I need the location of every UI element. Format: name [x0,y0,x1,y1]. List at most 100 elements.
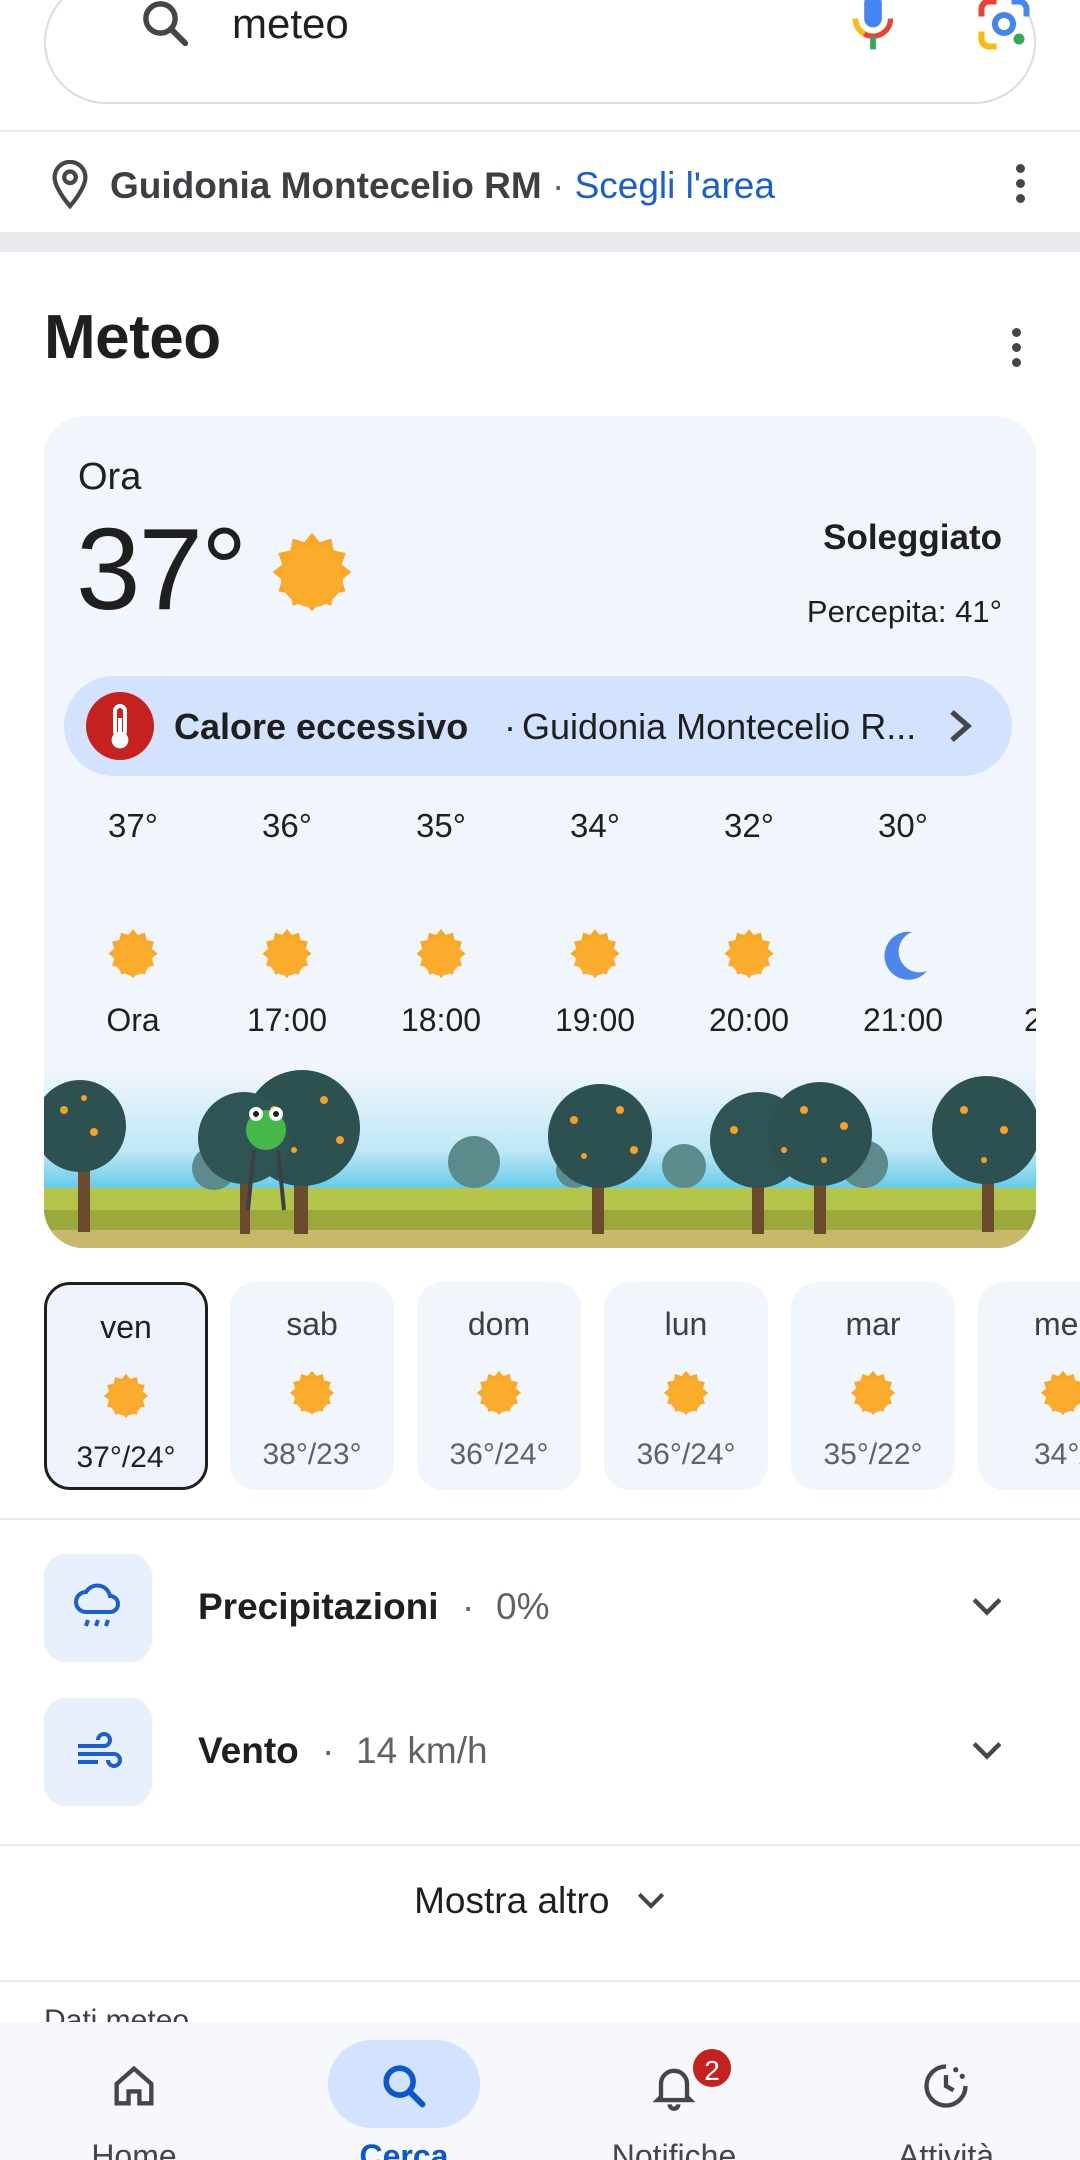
precipitation-label: Precipitazioni [198,1586,439,1627]
chevron-down-icon [972,1742,1002,1760]
location-separator: · [551,165,565,206]
nav-home-label: Home [91,2138,177,2160]
sun-icon [724,929,774,979]
day-card[interactable]: sab 38°/23° [230,1282,394,1490]
day-name: me [1034,1306,1079,1342]
rain-cloud-icon [44,1554,152,1662]
day-temps: 37°/24° [76,1441,176,1474]
sun-icon [272,532,352,612]
chevron-down-icon [972,1598,1002,1616]
search-header: meteo [0,0,1080,130]
sun-icon [289,1370,335,1415]
day-card[interactable]: mar 35°/22° [791,1282,955,1490]
day-temps: 36°/24° [449,1438,549,1471]
hourly-item[interactable]: 37° Ora [58,806,208,1040]
hourly-temp: 32° [724,807,774,844]
hourly-time: 2 [1024,1002,1036,1038]
hourly-item[interactable]: 30° 21:00 [828,806,978,1040]
mic-icon[interactable] [846,0,900,56]
current-temperature: 37° [76,504,247,634]
hourly-time: 21:00 [862,1002,944,1038]
sun-icon [416,929,466,979]
day-temps: 35°/22° [823,1438,923,1471]
search-icon [383,2065,426,2108]
activity-icon [924,2064,968,2108]
alert-separator: · [504,706,516,747]
wind-value: 14 km/h [356,1730,488,1771]
nav-activity[interactable]: Attività [816,2022,1076,2160]
weather-more-icon[interactable] [1010,328,1022,370]
day-name: ven [100,1309,152,1345]
hourly-time: 17:00 [246,1002,328,1038]
precipitation-dot: · [462,1586,475,1627]
search-input[interactable]: meteo [232,0,349,50]
sun-icon [103,1373,149,1418]
hourly-item[interactable]: 2 [982,806,1036,1040]
hourly-temp: 30° [878,807,928,844]
show-more-label: Mostra altro [414,1880,610,1921]
day-card[interactable]: dom 36°/24° [417,1282,581,1490]
day-card[interactable]: lun 36°/24° [604,1282,768,1490]
sun-icon [476,1370,522,1415]
thermometer-icon [86,692,154,760]
location-more-icon[interactable] [1014,164,1026,206]
hourly-item[interactable]: 34° 19:00 [520,806,670,1040]
now-label: Ora [78,456,142,498]
heat-alert-chip[interactable]: Calore eccessivo · Guidonia Montecelio R… [64,676,1012,776]
day-name: mar [845,1306,901,1342]
location-pin-icon [52,160,88,210]
choose-area-link[interactable]: Scegli l'area [575,165,775,206]
nav-search[interactable]: Cerca [274,2022,534,2160]
location-name: Guidonia Montecelio RM [110,165,542,206]
alert-title: Calore eccessivo [174,706,469,747]
search-bar[interactable]: meteo [44,0,1036,104]
wind-row[interactable]: Vento · 14 km/h [0,1690,1080,1810]
location-text: Guidonia Montecelio RM · Scegli l'area [110,164,775,208]
nav-notifications[interactable]: 2 Notifiche [544,2022,804,2160]
hourly-time: 20:00 [708,1002,790,1038]
hourly-item[interactable]: 35° 18:00 [366,806,516,1040]
day-temps: 36°/24° [636,1438,736,1471]
precipitation-row[interactable]: Precipitazioni · 0% [0,1546,1080,1666]
day-card-selected[interactable]: ven 37°/24° [44,1282,208,1490]
day-name: sab [286,1306,338,1342]
weather-card: Ora 37° Soleggiato Percepita: 41° Calore… [44,416,1036,1248]
page-title: Meteo [44,303,221,372]
hourly-item[interactable]: 36° 17:00 [212,806,362,1040]
bottom-navigation: Home Cerca 2 Notifiche Attività [0,2022,1080,2160]
nav-notifications-label: Notifiche [611,2138,737,2160]
sun-icon [663,1370,709,1415]
section-separator [0,232,1080,252]
hourly-temp: 34° [570,807,620,844]
moon-icon [1027,926,1036,986]
divider [0,1980,1080,1982]
nav-activity-label: Attività [897,2138,995,2160]
feels-like-text: Percepita: 41° [806,594,1002,629]
hourly-temp: 37° [108,807,158,844]
google-lens-icon[interactable] [974,0,1034,54]
show-more-button[interactable]: Mostra altro [0,1880,1080,1960]
sun-icon [850,1370,896,1415]
weather-illustration [44,1070,1036,1248]
hourly-temp: 35° [416,807,466,844]
nav-home[interactable]: Home [4,2022,264,2160]
moon-icon [884,931,927,980]
sun-icon [570,929,620,979]
hourly-time: 18:00 [400,1002,482,1038]
location-row: Guidonia Montecelio RM · Scegli l'area [0,132,1080,232]
sun-icon [1040,1370,1080,1415]
search-icon[interactable] [138,0,192,50]
sun-icon [108,929,158,979]
day-name: dom [467,1306,531,1342]
nav-search-label: Cerca [359,2138,449,2160]
divider [0,1518,1080,1520]
hourly-item[interactable]: 32° 20:00 [674,806,824,1040]
day-temps: 38°/23° [262,1438,362,1471]
day-card[interactable]: me 34°/2 [978,1282,1080,1490]
precipitation-value: 0% [496,1586,550,1627]
hourly-time: Ora [106,1002,160,1038]
sun-icon [262,929,312,979]
hourly-temp [982,806,1036,846]
day-name: lun [664,1306,708,1342]
chevron-down-icon [637,1892,664,1909]
